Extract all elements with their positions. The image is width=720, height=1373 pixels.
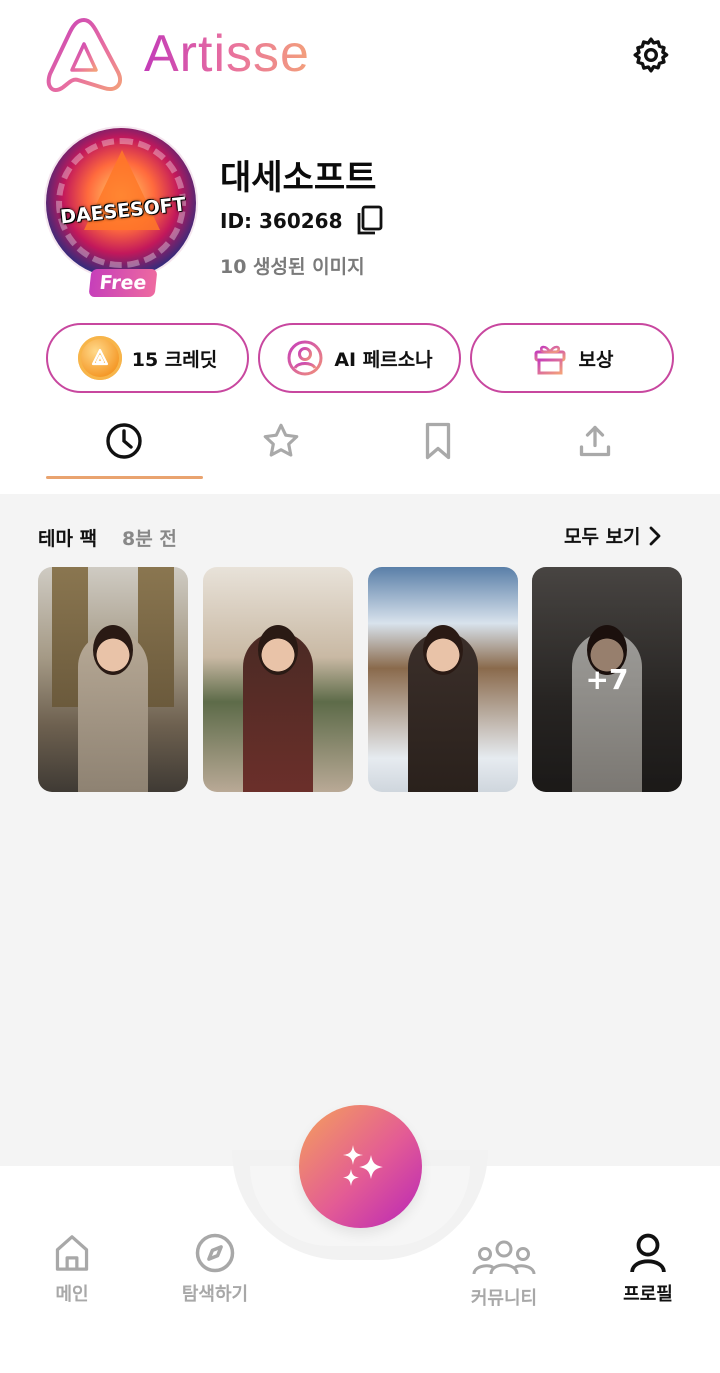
tab-recent[interactable] (46, 416, 202, 466)
compass-icon (195, 1233, 235, 1273)
theme-image-more[interactable]: +7 (532, 567, 682, 792)
profile-icon (630, 1233, 666, 1273)
app-logo: Artisse (44, 14, 310, 94)
theme-pack-time: 8분 전 (122, 528, 177, 550)
ai-persona-button[interactable]: AI 페르소나 (258, 323, 461, 393)
tab-bookmarks[interactable] (360, 416, 516, 466)
nav-main[interactable]: 메인 (17, 1232, 127, 1306)
plan-badge: Free (88, 269, 158, 297)
credits-button[interactable]: 15 크레딧 (46, 323, 249, 393)
theme-image-london[interactable] (38, 567, 188, 792)
upload-icon (579, 425, 611, 457)
see-all-label: 모두 보기 (564, 526, 641, 548)
coin-icon (77, 336, 122, 380)
sparkle-icon (342, 1144, 383, 1186)
profile-id: ID: 360268 (220, 209, 343, 233)
profile-avatar-area[interactable]: DAESESOFT Free (46, 128, 200, 298)
copy-icon[interactable] (353, 204, 385, 238)
theme-image-villa[interactable] (203, 567, 353, 792)
theme-pack-title: 테마 팩 (38, 528, 98, 550)
profile-id-row: ID: 360268 (220, 204, 385, 238)
bookmark-icon (425, 422, 451, 460)
nav-explore[interactable]: 탐색하기 (160, 1232, 270, 1306)
artisse-logo-icon (46, 18, 123, 93)
app-name: Artisse (144, 25, 310, 83)
person-head (423, 625, 463, 675)
tab-uploads[interactable] (517, 416, 673, 466)
rewards-button[interactable]: 보상 (470, 323, 674, 393)
person-head (258, 625, 298, 675)
nav-explore-label: 탐색하기 (181, 1284, 249, 1305)
credits-label: 15 크레딧 (131, 348, 218, 371)
more-count: +7 (585, 663, 629, 696)
persona-icon (287, 340, 323, 376)
star-icon (263, 423, 299, 457)
gear-icon (633, 37, 669, 73)
theme-image-alps[interactable] (368, 567, 518, 792)
person-head (93, 625, 133, 675)
generated-count: 10 생성된 이미지 (220, 256, 365, 278)
nav-community[interactable]: 커뮤니티 (449, 1238, 559, 1310)
home-icon (55, 1235, 89, 1271)
tab-favorites[interactable] (203, 416, 359, 466)
ai-persona-label: AI 페르소나 (334, 348, 433, 371)
nav-profile[interactable]: 프로필 (593, 1232, 703, 1306)
nav-main-label: 메인 (55, 1284, 89, 1305)
nav-profile-label: 프로필 (623, 1284, 673, 1305)
see-all-link[interactable]: 모두 보기 (564, 522, 663, 549)
create-button[interactable] (299, 1105, 422, 1228)
rewards-label: 보상 (578, 348, 614, 371)
profile-name: 대세소프트 (220, 158, 377, 198)
clock-icon (106, 423, 142, 459)
settings-button[interactable] (630, 34, 672, 76)
chevron-right-icon (649, 526, 660, 545)
active-tab-indicator (46, 476, 203, 479)
community-icon (472, 1240, 536, 1275)
nav-community-label: 커뮤니티 (470, 1288, 538, 1309)
gift-icon (534, 345, 566, 375)
